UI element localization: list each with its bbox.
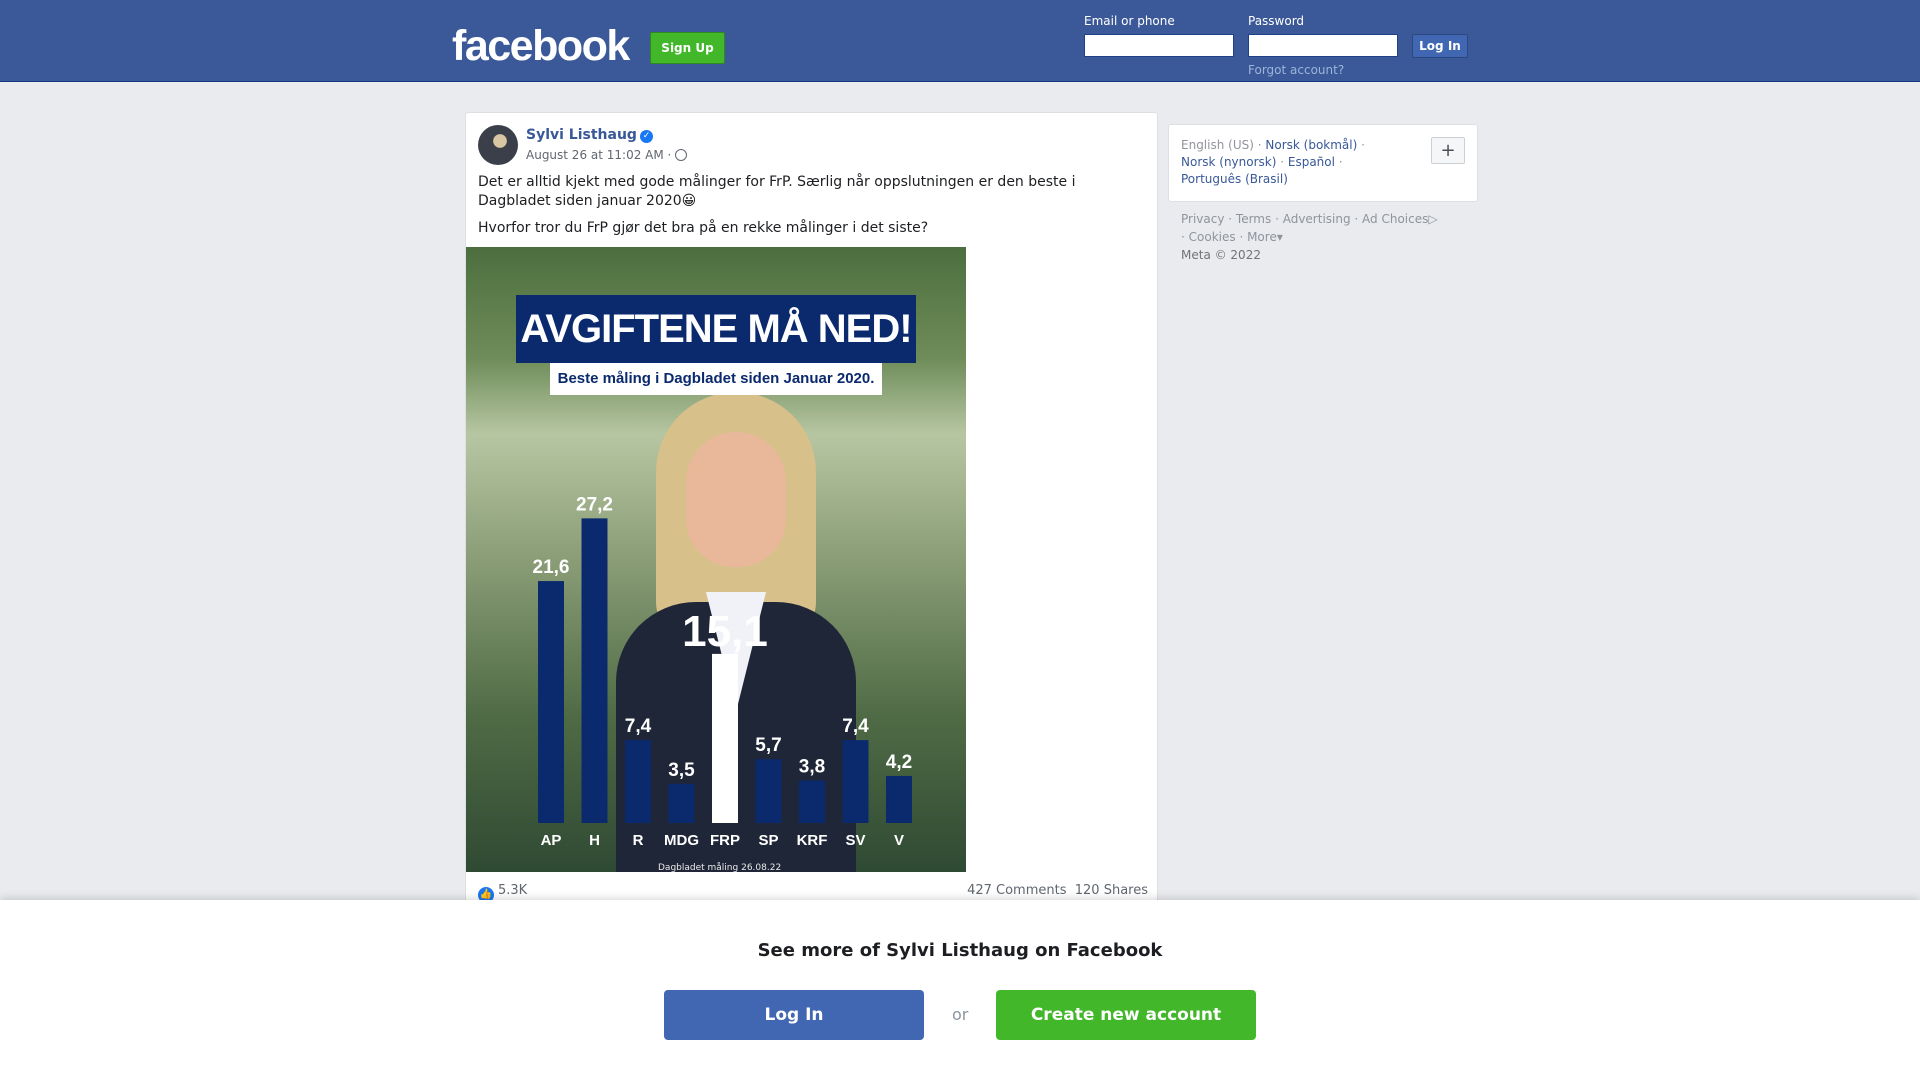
avatar[interactable] — [478, 125, 518, 165]
language-link[interactable]: Norsk (nynorsk) — [1181, 155, 1276, 169]
bar-v — [886, 775, 912, 823]
footer-link-privacy[interactable]: Privacy — [1181, 212, 1224, 226]
bar-frp — [712, 653, 738, 823]
category-label-r: R — [633, 832, 644, 849]
header-login-button[interactable]: Log In — [1412, 34, 1468, 58]
bar-mdg — [668, 783, 695, 823]
verified-icon: ✓ — [639, 130, 653, 143]
footer-links: Privacy · Terms · Advertising · Ad Choic… — [1181, 212, 1438, 262]
post-text-2: Hvorfor tror du FrP gjør det bra på en r… — [478, 220, 929, 236]
overlay-title: See more of Sylvi Listhaug on Facebook — [757, 940, 1163, 961]
current-language: English (US) — [1181, 138, 1254, 152]
bar-sp — [755, 759, 782, 823]
or-separator: or — [952, 1005, 969, 1024]
category-label-frp: FRP — [710, 832, 740, 849]
value-label-mdg: 3,5 — [668, 760, 695, 781]
share-count[interactable]: 120 Shares — [1075, 883, 1148, 898]
category-label-krf: KRF — [797, 832, 828, 849]
ad-choices-icon: ▷ — [1428, 212, 1438, 226]
forgot-account-link[interactable]: Forgot account? — [1248, 63, 1344, 77]
email-field[interactable] — [1084, 34, 1234, 57]
language-link[interactable]: Norsk (bokmål) — [1265, 138, 1357, 152]
value-label-h: 27,2 — [576, 494, 613, 515]
bar-sv — [842, 740, 869, 823]
poll-bar-chart: 21,6 AP 27,2 H 7,4 R 3,5 MDG 15,1 FRP 5,7 SP 3,8 KRF 7… — [533, 494, 913, 849]
timestamp-text[interactable]: August 26 at 11:02 AM · — [526, 148, 671, 162]
value-label-sv: 7,4 — [842, 716, 869, 737]
value-label-v: 4,2 — [886, 752, 912, 773]
globe-icon — [675, 149, 688, 161]
sign-up-button[interactable]: Sign Up — [650, 32, 725, 64]
value-label-r: 7,4 — [625, 716, 652, 737]
more-languages-button[interactable]: + — [1431, 137, 1465, 164]
footer-link-cookies[interactable]: Cookies — [1189, 230, 1236, 244]
caret-down-icon: ▾ — [1276, 230, 1283, 244]
copyright: Meta © 2022 — [1181, 248, 1261, 262]
value-label-ap: 21,6 — [533, 557, 570, 578]
category-label-sp: SP — [758, 832, 778, 849]
category-label-sv: SV — [845, 832, 865, 849]
language-box: English (US) · Norsk (bokmål) · Norsk (n… — [1168, 124, 1478, 202]
post-timestamp[interactable]: August 26 at 11:02 AM · — [526, 148, 688, 162]
password-label: Password — [1248, 14, 1305, 28]
bar-ap — [538, 581, 564, 823]
password-field[interactable] — [1248, 34, 1398, 57]
category-label-h: H — [589, 832, 600, 849]
like-count[interactable]: 5.3K — [498, 883, 527, 898]
language-link[interactable]: Español — [1288, 155, 1335, 169]
bar-h — [581, 518, 608, 823]
value-label-krf: 3,8 — [799, 756, 825, 777]
footer-link-terms[interactable]: Terms — [1236, 212, 1271, 226]
category-label-mdg: MDG — [664, 832, 699, 849]
category-label-ap: AP — [541, 832, 562, 849]
post-card: Sylvi Listhaug ✓ August 26 at 11:02 AM · … — [465, 112, 1158, 912]
image-source: Dagbladet måling 26.08.22 — [658, 863, 782, 872]
footer-link-advertising[interactable]: Advertising — [1283, 212, 1351, 226]
post-text-1: Det er alltid kjekt med gode målinger fo… — [478, 174, 1076, 209]
language-link[interactable]: Português (Brasil) — [1181, 172, 1288, 186]
post-image[interactable]: AVGIFTENE MÅ NED! Beste måling i Dagblad… — [466, 247, 966, 872]
bar-krf — [799, 780, 825, 823]
category-label-v: V — [894, 832, 904, 849]
value-label-sp: 5,7 — [755, 735, 781, 756]
facebook-logo[interactable]: facebook — [452, 22, 630, 71]
footer-link-more[interactable]: More — [1247, 230, 1277, 244]
create-account-button[interactable]: Create new account — [996, 990, 1256, 1040]
comment-count[interactable]: 427 Comments — [967, 883, 1066, 898]
value-label-frp: 15,1 — [682, 607, 768, 656]
author-name[interactable]: Sylvi Listhaug — [526, 127, 637, 143]
top-bar: facebook Sign Up Email or phone Password… — [0, 0, 1920, 82]
post-author[interactable]: Sylvi Listhaug ✓ — [526, 127, 653, 143]
bar-r — [625, 740, 651, 823]
overlay-login-button[interactable]: Log In — [664, 990, 924, 1040]
email-label: Email or phone — [1084, 14, 1175, 28]
footer-link-ad-choices[interactable]: Ad Choices — [1362, 212, 1428, 226]
login-overlay: See more of Sylvi Listhaug on Facebook L… — [0, 900, 1920, 1080]
